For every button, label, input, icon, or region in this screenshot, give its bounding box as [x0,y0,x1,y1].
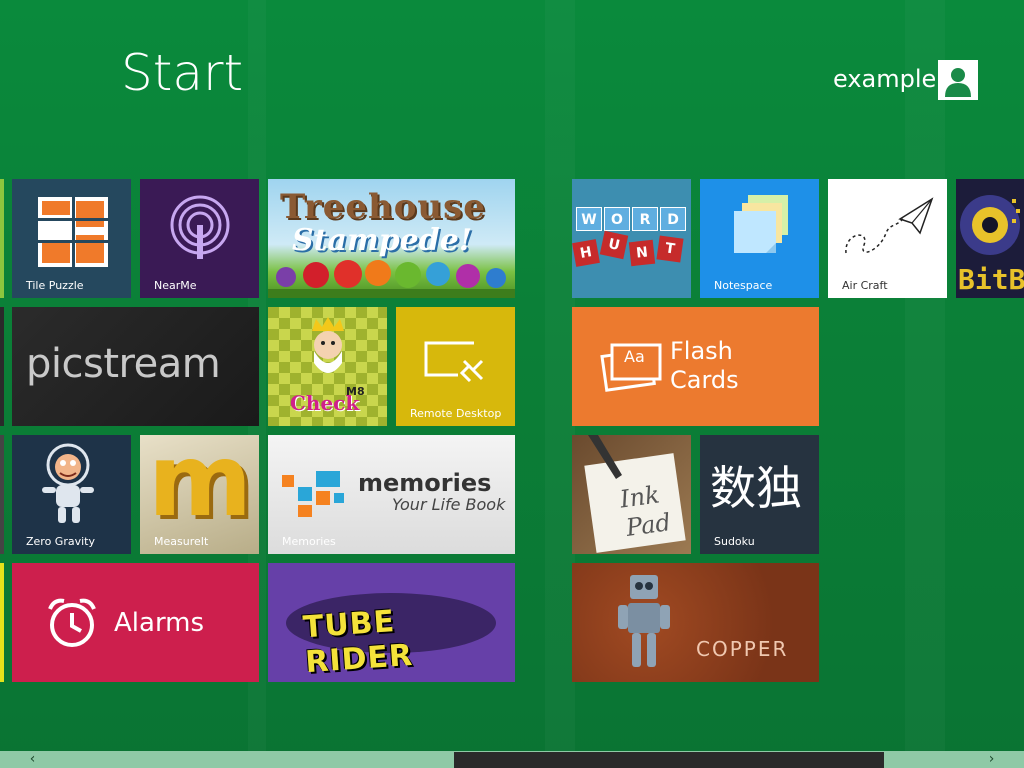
flash-title-line1: Flash [670,337,733,365]
tile-tube-rider[interactable]: TUBE RIDER [268,563,515,682]
letter-tile: U [599,230,629,260]
tile-zero-gravity[interactable]: Zero Gravity [12,435,131,554]
tile-label: NearMe [154,279,197,292]
partial-tile-edge[interactable] [0,307,4,426]
wordhunt-row-2: H U N T [572,230,684,267]
letter-tile: W [576,207,602,231]
flash-cards-icon-text: Aa [624,347,645,366]
letter-tile: N [628,239,656,267]
username[interactable]: example [833,67,936,91]
avatar[interactable] [938,60,978,100]
tile-treehouse-stampede[interactable]: Treehouse Stampede! [268,179,515,298]
creatures-illustration [268,260,515,298]
memories-subtitle: Your Life Book [392,495,506,514]
paper-plane-icon [845,197,934,254]
sudoku-logo: 数独 [710,461,802,515]
tile-label: Air Craft [842,279,888,292]
tile-measureit[interactable]: m MeasureIt [140,435,259,554]
tile-nearme[interactable]: NearMe [140,179,259,298]
partial-tile-edge[interactable] [0,179,4,298]
scrollbar-thumb[interactable] [454,752,884,768]
astronaut-character [42,443,94,523]
partial-tile-edge[interactable] [0,435,4,554]
tile-air-craft[interactable]: Air Craft [828,179,947,298]
king-character [312,317,344,373]
page-title: Start [121,44,244,102]
puzzle-icon [38,197,108,267]
letter-tile: D [660,207,686,231]
copper-title: COPPER [696,637,789,661]
inkpad-title-line1: Ink [618,480,662,514]
tile-memories[interactable]: memories Your Life Book Memories [268,435,515,554]
tile-alarms[interactable]: Alarms [12,563,259,682]
tile-bitb[interactable]: BitB [956,179,1024,298]
treehouse-title-line2: Stampede! [292,223,472,258]
letter-tile: H [572,239,600,267]
check-badge: M8 [346,385,365,398]
scroll-left-arrow-icon[interactable]: ‹ [24,751,41,768]
letter-tile: T [656,235,684,263]
user-icon [939,61,977,99]
tile-picstream[interactable]: picstream [12,307,259,426]
letter-tile: O [604,207,630,231]
remote-desktop-icon [424,341,484,383]
tile-check-m8[interactable]: Check M8 [268,307,387,426]
tile-sudoku[interactable]: 数独 Sudoku [700,435,819,554]
tile-label: Memories [282,535,336,548]
tile-label: Notespace [714,279,773,292]
letter-tile: R [632,207,658,231]
scroll-right-arrow-icon[interactable]: › [983,751,1000,768]
memories-logo-icon [282,471,344,517]
robot-character [618,575,670,667]
measureit-logo-letter: m [148,435,253,539]
wordhunt-row-1: W O R D [576,207,686,231]
sticky-notes-icon [734,195,788,253]
tile-label: Remote Desktop [410,407,502,420]
tile-remote-desktop[interactable]: Remote Desktop [396,307,515,426]
background-stripe [545,0,575,751]
tile-label: Tile Puzzle [26,279,84,292]
tile-label: MeasureIt [154,535,209,548]
tile-ink-pad[interactable]: Ink Pad [572,435,691,554]
treehouse-title-line1: Treehouse [280,187,486,227]
tile-copper[interactable]: COPPER [572,563,819,682]
tile-notespace[interactable]: Notespace [700,179,819,298]
background-stripe [905,0,945,751]
picstream-logo: picstream [26,341,221,387]
alarm-clock-icon [48,598,96,647]
tile-label: Sudoku [714,535,755,548]
tile-flash-cards[interactable]: Aa Flash Cards [572,307,819,426]
memories-title: memories [358,469,492,497]
tile-tile-puzzle[interactable]: Tile Puzzle [12,179,131,298]
pen-icon [588,435,622,479]
tube-rider-logo: TUBE RIDER [301,604,415,681]
partial-tile-edge[interactable] [0,563,4,682]
bitb-title: BitB [958,263,1024,296]
nearme-icon [170,195,230,259]
alarms-title: Alarms [114,608,205,638]
tile-word-hunt[interactable]: W O R D H U N T [572,179,691,298]
tile-label: Zero Gravity [26,535,95,548]
flash-title-line2: Cards [670,366,739,394]
bitb-eye-graphic [960,195,1020,255]
